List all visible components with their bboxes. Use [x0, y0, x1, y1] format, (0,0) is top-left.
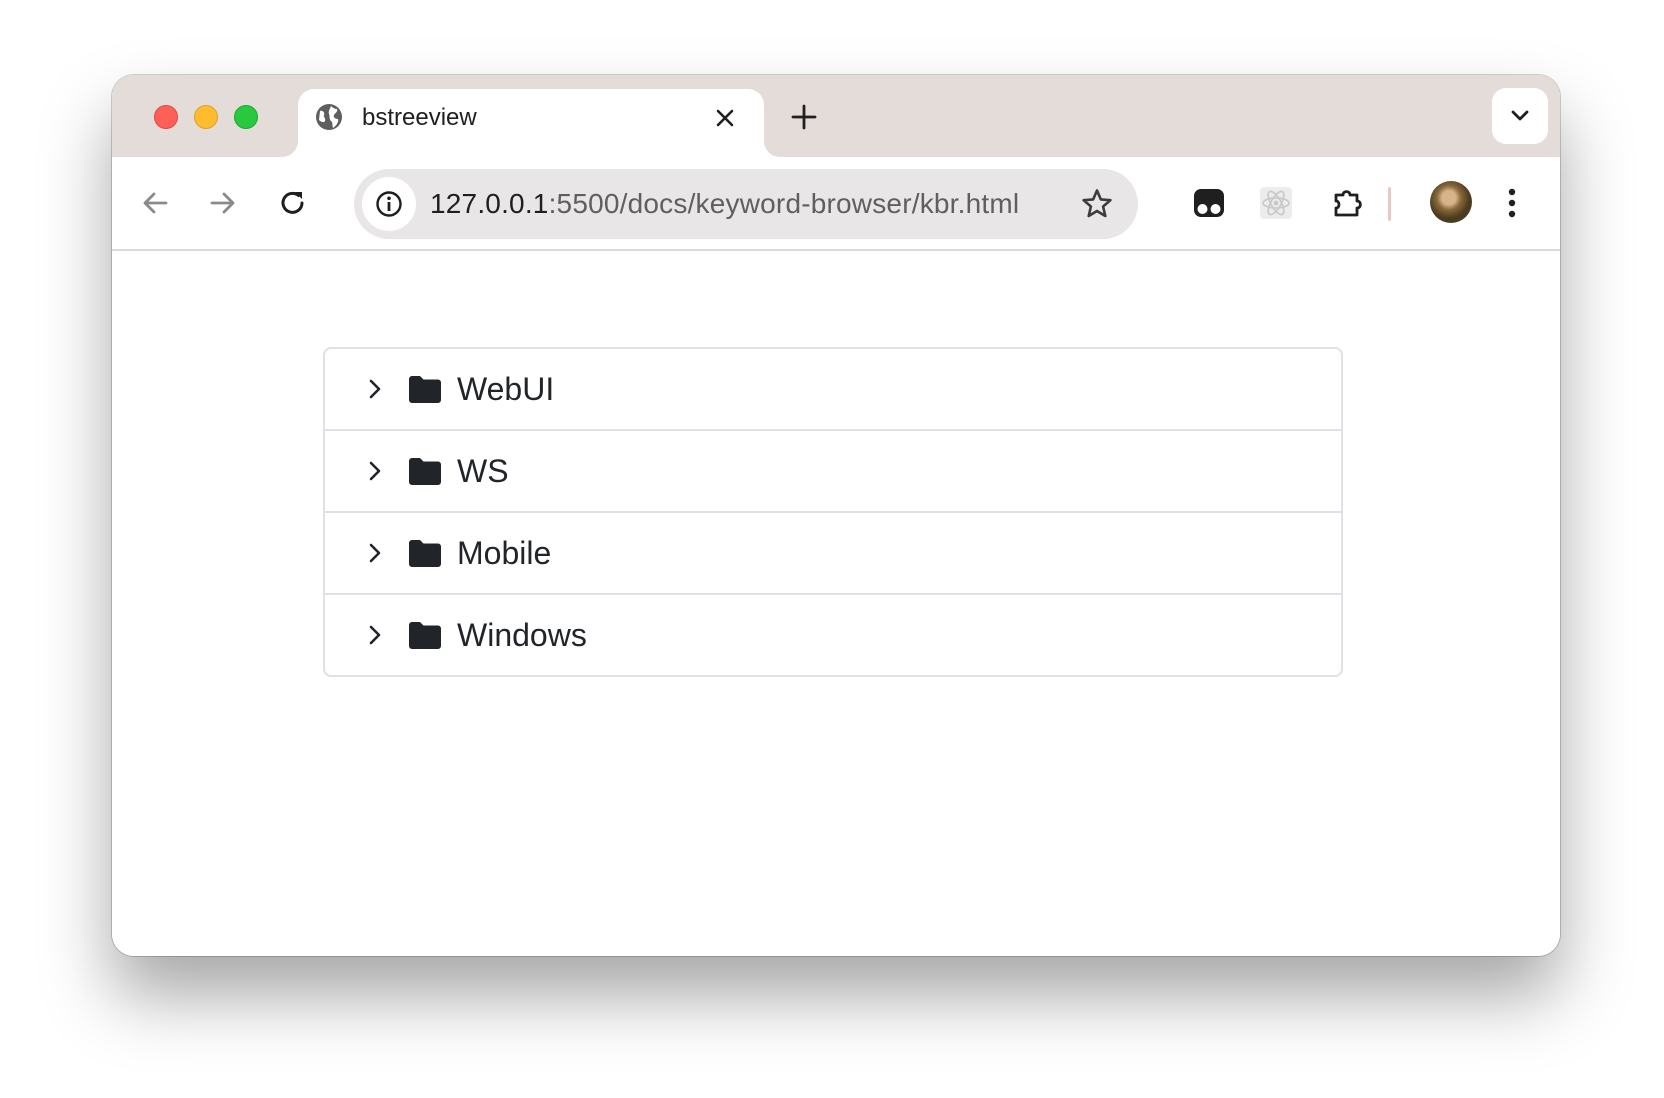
folder-icon [409, 375, 441, 403]
back-button[interactable] [131, 179, 179, 227]
tree-view: WebUI WS Mobile Windows [323, 347, 1343, 677]
chevron-right-icon[interactable] [363, 623, 387, 647]
minimize-window-button[interactable] [194, 105, 218, 129]
extensions-puzzle-icon [1334, 190, 1362, 217]
more-vert-icon [1508, 188, 1516, 218]
chevron-right-icon[interactable] [363, 459, 387, 483]
extensions-button[interactable] [1324, 179, 1372, 227]
close-window-button[interactable] [154, 105, 178, 129]
tampermonkey-extension-button[interactable] [1185, 179, 1233, 227]
more-menu-button[interactable] [1488, 179, 1536, 227]
tree-node-label: WS [457, 453, 509, 489]
reload-icon [281, 191, 304, 214]
tree-node-mobile[interactable]: Mobile [325, 513, 1341, 595]
folder-icon [409, 539, 441, 567]
active-tab[interactable]: bstreeview [298, 89, 764, 157]
tree-node-windows[interactable]: Windows [325, 595, 1341, 675]
bookmark-star-icon[interactable] [1074, 181, 1120, 227]
tree-node-label: Windows [457, 617, 587, 653]
forward-arrow-icon [210, 192, 235, 214]
browser-window: bstreeview 127.0.0.1:5500/docs/keyword-b… [112, 75, 1560, 956]
chevron-down-icon [1511, 110, 1529, 121]
profile-avatar[interactable] [1430, 181, 1472, 223]
back-arrow-icon [143, 192, 168, 214]
url-host: 127.0.0.1 [430, 188, 549, 219]
folder-icon [409, 621, 441, 649]
forward-button[interactable] [199, 179, 247, 227]
tree-node-label: WebUI [457, 371, 555, 407]
tab-title: bstreeview [362, 104, 477, 131]
chevron-right-icon[interactable] [363, 377, 387, 401]
address-bar[interactable]: 127.0.0.1:5500/docs/keyword-browser/kbr.… [354, 169, 1138, 239]
close-tab-icon[interactable] [710, 103, 740, 133]
tree-node-ws[interactable]: WS [325, 431, 1341, 513]
tab-strip: bstreeview [112, 75, 1560, 157]
page-content: WebUI WS Mobile Windows [112, 251, 1560, 956]
plus-icon [791, 104, 817, 130]
toolbar-divider [1388, 187, 1391, 221]
reload-button[interactable] [269, 179, 317, 227]
maximize-window-button[interactable] [234, 105, 258, 129]
url-text[interactable]: 127.0.0.1:5500/docs/keyword-browser/kbr.… [430, 187, 1019, 221]
chevron-right-icon[interactable] [363, 541, 387, 565]
tab-search-button[interactable] [1492, 88, 1548, 144]
new-tab-button[interactable] [782, 95, 826, 139]
tree-node-webui[interactable]: WebUI [325, 349, 1341, 431]
tampermonkey-icon [1194, 189, 1224, 217]
folder-icon [409, 457, 441, 485]
react-devtools-extension-button[interactable] [1252, 179, 1300, 227]
url-path: :5500/docs/keyword-browser/kbr.html [548, 188, 1020, 219]
react-devtools-icon [1260, 187, 1292, 219]
browser-toolbar: 127.0.0.1:5500/docs/keyword-browser/kbr.… [112, 157, 1560, 251]
globe-icon [314, 102, 344, 132]
site-info-icon[interactable] [362, 177, 416, 231]
tree-node-label: Mobile [457, 535, 552, 571]
